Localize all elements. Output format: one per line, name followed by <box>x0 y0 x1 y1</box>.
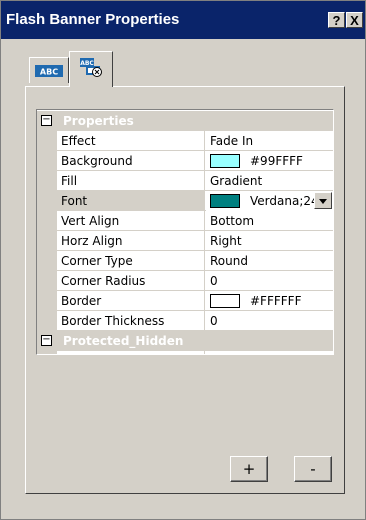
property-value[interactable]: High <box>206 351 333 355</box>
property-row[interactable]: Background #99FFFF <box>37 151 333 171</box>
property-row[interactable]: Effect Fade In <box>37 131 333 151</box>
property-value-text: Bottom <box>210 214 255 228</box>
window-title: Flash Banner Properties <box>6 11 180 28</box>
property-name[interactable]: Corner Radius <box>57 271 205 291</box>
properties-window: Flash Banner Properties ? X ABC ABC − Pro… <box>0 0 366 520</box>
property-value[interactable]: Round <box>206 251 333 271</box>
abc-categorized-icon: ABC <box>80 58 102 77</box>
property-value[interactable]: Gradient <box>206 171 333 191</box>
property-value[interactable]: 0 <box>206 311 333 331</box>
category-label: Properties <box>63 114 134 128</box>
color-swatch[interactable] <box>210 294 240 308</box>
property-name[interactable]: Border <box>57 291 205 311</box>
property-value[interactable]: Fade In <box>206 131 333 151</box>
property-name[interactable]: Fill <box>57 171 205 191</box>
row-gutter <box>37 271 57 291</box>
property-row[interactable]: Border #FFFFFF <box>37 291 333 311</box>
row-gutter <box>37 171 57 191</box>
color-swatch[interactable] <box>210 154 240 168</box>
tab-panel: − Properties Effect Fade In Background #99FFF… <box>25 86 345 494</box>
property-name[interactable]: Corner Type <box>57 251 205 271</box>
help-button[interactable]: ? <box>328 12 345 28</box>
property-name[interactable]: Horz Align <box>57 231 205 251</box>
property-row[interactable]: Quality High <box>37 351 333 355</box>
property-name[interactable]: Quality <box>57 351 205 354</box>
property-value-text: #99FFFF <box>250 154 303 168</box>
property-value[interactable]: Right <box>206 231 333 251</box>
property-row[interactable]: Font Verdana;24; <box>37 191 333 211</box>
dropdown-arrow-icon[interactable] <box>314 192 332 209</box>
row-gutter <box>37 231 57 251</box>
category-label: Protected_Hidden <box>63 334 184 348</box>
svg-text:ABC: ABC <box>80 60 94 67</box>
property-value[interactable]: 0 <box>206 271 333 291</box>
property-row[interactable]: Vert Align Bottom <box>37 211 333 231</box>
color-swatch[interactable] <box>210 194 240 208</box>
close-button[interactable]: X <box>346 12 363 28</box>
property-value[interactable]: Verdana;24; <box>206 191 333 211</box>
property-value-text: 0 <box>210 314 218 328</box>
svg-text:ABC: ABC <box>40 68 58 77</box>
property-row[interactable]: Horz Align Right <box>37 231 333 251</box>
property-value-text: 0 <box>210 274 218 288</box>
property-grid: − Properties Effect Fade In Background #99FFF… <box>36 109 334 355</box>
property-row[interactable]: Border Thickness 0 <box>37 311 333 331</box>
category-row[interactable]: − Properties <box>37 111 333 131</box>
property-value-text: Gradient <box>210 174 263 188</box>
property-value-text: Fade In <box>210 134 254 148</box>
property-value-text: Right <box>210 234 242 248</box>
row-gutter <box>37 211 57 231</box>
collapse-toggle-icon[interactable]: − <box>41 115 52 126</box>
property-name[interactable]: Border Thickness <box>57 311 205 331</box>
category-row[interactable]: − Protected_Hidden <box>37 331 333 351</box>
property-value-text: Verdana;24; <box>250 194 323 208</box>
property-row[interactable]: Corner Radius 0 <box>37 271 333 291</box>
title-bar[interactable]: Flash Banner Properties ? X <box>1 1 365 39</box>
row-gutter <box>37 131 57 151</box>
property-name[interactable]: Font <box>57 191 205 211</box>
add-button[interactable]: + <box>230 456 268 482</box>
row-gutter <box>37 251 57 271</box>
property-name[interactable]: Effect <box>57 131 205 151</box>
row-gutter <box>37 311 57 331</box>
row-gutter <box>37 291 57 311</box>
tab-alphabetic[interactable]: ABC <box>29 57 69 83</box>
abc-icon: ABC <box>35 65 63 77</box>
row-gutter <box>37 191 57 211</box>
property-row[interactable]: Fill Gradient <box>37 171 333 191</box>
property-value-text: Round <box>210 254 248 268</box>
property-value[interactable]: #FFFFFF <box>206 291 333 311</box>
property-value-text: #FFFFFF <box>250 294 302 308</box>
row-gutter <box>37 151 57 171</box>
property-value[interactable]: Bottom <box>206 211 333 231</box>
property-name[interactable]: Background <box>57 151 205 171</box>
row-gutter <box>37 351 57 354</box>
property-value[interactable]: #99FFFF <box>206 151 333 171</box>
collapse-toggle-icon[interactable]: − <box>41 335 52 346</box>
tab-categorized[interactable]: ABC <box>69 51 113 87</box>
remove-button[interactable]: - <box>294 456 332 482</box>
property-value-text: High <box>210 354 238 355</box>
property-row[interactable]: Corner Type Round <box>37 251 333 271</box>
property-name[interactable]: Vert Align <box>57 211 205 231</box>
